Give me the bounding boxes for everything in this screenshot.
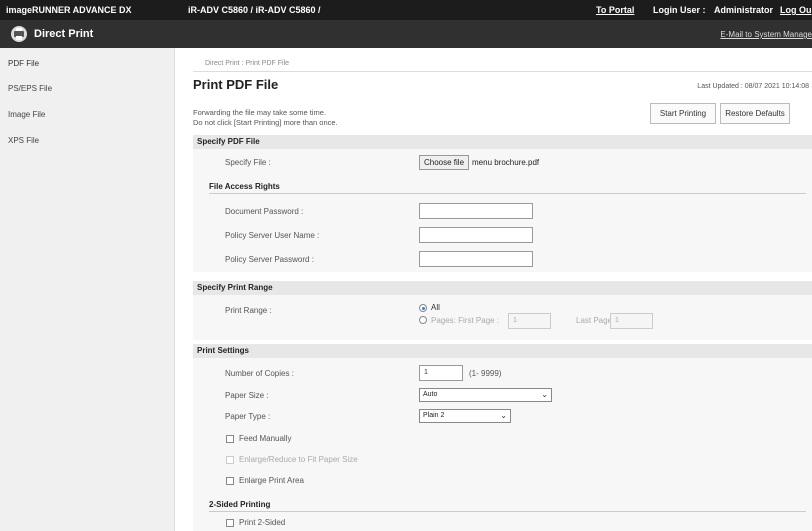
print-settings-section (193, 358, 812, 531)
print-two-sided-label: Print 2-Sided (239, 518, 286, 527)
first-page-input[interactable]: 1 (508, 313, 551, 329)
print-range-label: Print Range : (225, 306, 272, 315)
last-updated: Last Updated : 08/07 2021 10:14:08 (697, 83, 809, 90)
number-of-copies-input[interactable]: 1 (419, 365, 463, 381)
enlarge-print-area-label: Enlarge Print Area (239, 476, 304, 485)
copies-range-hint: (1- 9999) (469, 369, 502, 378)
click-once-note: Do not click [Start Printing] more than … (193, 118, 338, 127)
login-user-label: Login User : (653, 5, 706, 15)
choose-file-button[interactable]: Choose file (419, 155, 470, 170)
enlarge-reduce-label: Enlarge/Reduce to Fit Paper Size (239, 455, 358, 464)
paper-size-label: Paper Size : (225, 391, 269, 400)
specify-pdf-file-heading: Specify PDF File (193, 135, 812, 149)
print-range-all-radio[interactable] (419, 304, 427, 312)
paper-type-value: Plain 2 (423, 412, 445, 419)
app-title-bar: Direct Print E-Mail to System Manage (0, 20, 812, 48)
file-access-rights-heading: File Access Rights (209, 182, 280, 191)
print-range-first-page-label: Pages: First Page : (431, 316, 500, 325)
device-model: iR-ADV C5860 / iR-ADV C5860 / (188, 5, 321, 15)
selected-file-name: menu brochure.pdf (472, 158, 540, 167)
sidebar-item-xps-file[interactable]: XPS File (8, 136, 39, 145)
paper-type-label: Paper Type : (225, 412, 271, 421)
print-range-heading: Specify Print Range (193, 281, 812, 295)
policy-server-password-label: Policy Server Password : (225, 255, 314, 264)
chevron-down-icon: ⌄ (500, 411, 507, 420)
top-header-bar: imageRUNNER ADVANCE DX iR-ADV C5860 / iR… (0, 0, 812, 20)
print-range-section (193, 295, 812, 340)
feed-manually-checkbox[interactable] (226, 435, 234, 443)
sidebar-item-ps-eps-file[interactable]: PS/EPS File (8, 84, 52, 93)
document-password-label: Document Password : (225, 207, 304, 216)
page-title: Print PDF File (193, 77, 279, 92)
chevron-down-icon: ⌄ (541, 390, 548, 399)
forwarding-note: Forwarding the file may take some time. (193, 108, 326, 117)
print-two-sided-checkbox[interactable] (226, 519, 234, 527)
logout-link[interactable]: Log Ou (780, 5, 812, 15)
main-content: Direct Print : Print PDF File Print PDF … (175, 48, 812, 531)
two-sided-printing-heading: 2-Sided Printing (209, 500, 271, 509)
print-range-pages-radio[interactable] (419, 316, 427, 324)
sidebar-item-image-file[interactable]: Image File (8, 110, 45, 119)
breadcrumb-divider (193, 71, 812, 72)
print-settings-heading: Print Settings (193, 344, 812, 358)
policy-server-user-input[interactable] (419, 227, 533, 243)
product-name: imageRUNNER ADVANCE DX (6, 5, 132, 15)
last-page-input[interactable]: 1 (610, 313, 653, 329)
enlarge-reduce-checkbox[interactable] (226, 456, 234, 464)
breadcrumb: Direct Print : Print PDF File (205, 60, 290, 67)
to-portal-link[interactable]: To Portal (596, 5, 634, 15)
restore-defaults-button[interactable]: Restore Defaults (720, 103, 790, 124)
policy-server-password-input[interactable] (419, 251, 533, 267)
start-printing-button[interactable]: Start Printing (650, 103, 716, 124)
number-of-copies-label: Number of Copies : (225, 369, 294, 378)
sidebar: PDF File PS/EPS File Image File XPS File (0, 48, 175, 531)
access-rights-divider (209, 193, 806, 194)
login-user-name: Administrator (714, 5, 774, 15)
policy-server-user-label: Policy Server User Name : (225, 231, 320, 240)
email-system-manager-link[interactable]: E-Mail to System Manage (720, 30, 812, 39)
document-password-input[interactable] (419, 203, 533, 219)
paper-type-select[interactable]: Plain 2 ⌄ (419, 409, 511, 423)
two-sided-divider (209, 511, 806, 512)
specify-file-label: Specify File : (225, 158, 271, 167)
sidebar-item-pdf-file[interactable]: PDF File (8, 59, 39, 68)
print-range-all-label: All (431, 303, 440, 312)
enlarge-print-area-checkbox[interactable] (226, 477, 234, 485)
feed-manually-label: Feed Manually (239, 434, 292, 443)
paper-size-value: Auto (423, 391, 438, 398)
direct-print-icon (11, 26, 27, 42)
paper-size-select[interactable]: Auto ⌄ (419, 388, 552, 402)
app-title: Direct Print (34, 28, 94, 40)
